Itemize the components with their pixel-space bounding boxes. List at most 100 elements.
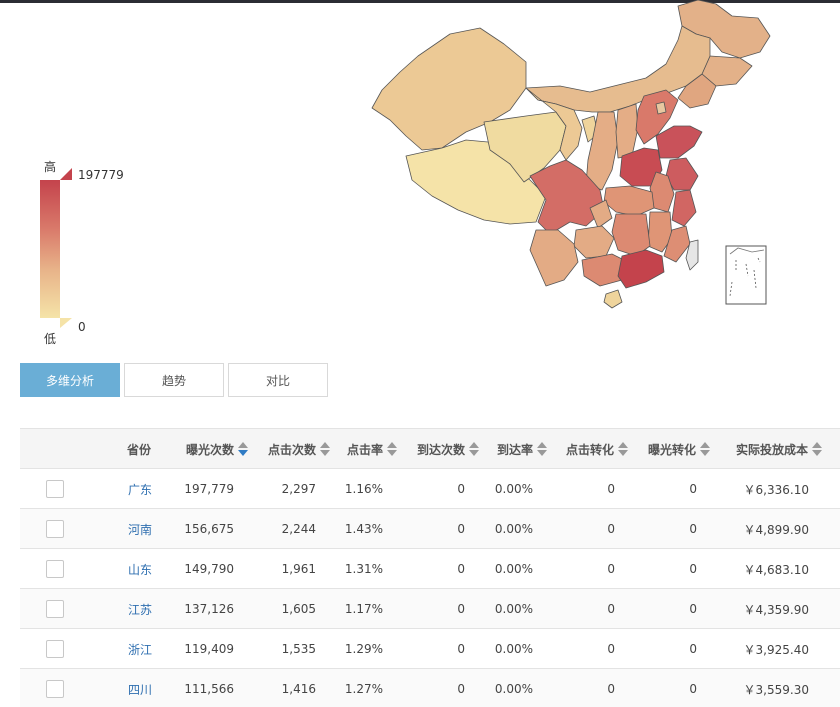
sort-icon[interactable]	[700, 442, 711, 456]
arrivals-cell: 0	[457, 522, 465, 536]
legend-min-value: 0	[78, 320, 86, 334]
legend-max-handle[interactable]	[60, 168, 72, 180]
ctr-cell: 1.43%	[344, 522, 383, 536]
row-checkbox-cell	[46, 469, 64, 509]
click-conversion-cell: 0	[607, 522, 615, 536]
impression-conversion-cell: 0	[689, 482, 697, 496]
click-conversion-cell: 0	[607, 602, 615, 616]
row-checkbox[interactable]	[46, 480, 64, 498]
sort-icon[interactable]	[469, 442, 480, 456]
header-impression-conversion[interactable]: 曝光转化	[648, 429, 711, 469]
arrival-rate-cell: 0.00%	[494, 682, 533, 696]
row-checkbox-cell	[46, 549, 64, 589]
header-arrival-rate[interactable]: 到达率	[497, 429, 548, 469]
legend-high-label: 高	[44, 160, 57, 174]
region-zhejiang[interactable]	[671, 189, 697, 227]
impressions-cell: 111,566	[184, 682, 234, 696]
impressions-cell: 149,790	[184, 562, 234, 576]
row-checkbox[interactable]	[46, 640, 64, 658]
visual-map-legend: 高 197779 0 低	[0, 150, 200, 350]
cost-cell: ￥4,899.90	[743, 522, 809, 537]
impression-conversion-cell: 0	[689, 682, 697, 696]
ctr-cell: 1.17%	[344, 602, 383, 616]
row-checkbox-cell	[46, 629, 64, 669]
ctr-cell: 1.29%	[344, 642, 383, 656]
header-clicks[interactable]: 点击次数	[268, 429, 331, 469]
impression-conversion-cell: 0	[689, 642, 697, 656]
impressions-cell: 197,779	[184, 482, 234, 496]
legend-low-label: 低	[44, 332, 57, 346]
cost-cell: ￥6,336.10	[743, 482, 809, 497]
china-choropleth-map	[371, 0, 771, 309]
province-link[interactable]: 河南	[128, 509, 152, 549]
click-conversion-cell: 0	[607, 682, 615, 696]
clicks-cell: 2,297	[281, 482, 316, 496]
header-province: 省份	[127, 442, 152, 457]
ctr-cell: 1.16%	[344, 482, 383, 496]
region-shanxi[interactable]	[615, 103, 639, 159]
row-checkbox[interactable]	[46, 520, 64, 538]
ctr-cell: 1.27%	[344, 682, 383, 696]
sort-icon[interactable]	[537, 442, 548, 456]
click-conversion-cell: 0	[607, 562, 615, 576]
sort-icon[interactable]	[812, 442, 823, 456]
row-checkbox[interactable]	[46, 680, 64, 698]
south-china-sea-inset	[725, 245, 767, 305]
row-checkbox[interactable]	[46, 600, 64, 618]
region-guizhou[interactable]	[573, 225, 615, 259]
impressions-cell: 156,675	[184, 522, 234, 536]
province-link[interactable]: 广东	[128, 469, 152, 509]
legend-gradient-bar[interactable]	[40, 180, 60, 318]
region-hunan[interactable]	[611, 213, 651, 257]
province-data-table: 省份 曝光次数 点击次数 点击率 到达次数 到达率 点击转化 曝光转化 实际投放…	[20, 428, 840, 707]
table-row: 江苏 137,126 1,605 1.17% 0 0.00% 0 0 ￥4,35…	[20, 589, 840, 629]
region-guangdong[interactable]	[617, 249, 665, 289]
header-ctr[interactable]: 点击率	[347, 429, 398, 469]
sort-icon[interactable]	[320, 442, 331, 456]
header-arrivals[interactable]: 到达次数	[417, 429, 480, 469]
arrival-rate-cell: 0.00%	[494, 522, 533, 536]
arrivals-cell: 0	[457, 642, 465, 656]
arrivals-cell: 0	[457, 562, 465, 576]
table-header: 省份 曝光次数 点击次数 点击率 到达次数 到达率 点击转化 曝光转化 实际投放…	[20, 429, 840, 469]
legend-max-value: 197779	[78, 168, 124, 182]
row-checkbox[interactable]	[46, 560, 64, 578]
arrival-rate-cell: 0.00%	[494, 602, 533, 616]
cost-cell: ￥4,359.90	[743, 602, 809, 617]
sort-icon[interactable]	[618, 442, 629, 456]
row-checkbox-cell	[46, 589, 64, 629]
table-row: 浙江 119,409 1,535 1.29% 0 0.00% 0 0 ￥3,92…	[20, 629, 840, 669]
clicks-cell: 1,535	[281, 642, 316, 656]
province-link[interactable]: 山东	[128, 549, 152, 589]
province-link[interactable]: 浙江	[128, 629, 152, 669]
impression-conversion-cell: 0	[689, 562, 697, 576]
region-beijing[interactable]	[655, 101, 667, 115]
table-row: 广东 197,779 2,297 1.16% 0 0.00% 0 0 ￥6,33…	[20, 469, 840, 509]
table-body: 广东 197,779 2,297 1.16% 0 0.00% 0 0 ￥6,33…	[20, 469, 840, 707]
province-link[interactable]: 四川	[128, 669, 152, 707]
region-hainan[interactable]	[603, 289, 623, 309]
clicks-cell: 2,244	[281, 522, 316, 536]
region-yunnan[interactable]	[529, 229, 579, 287]
tab-multidimensional-analysis[interactable]: 多维分析	[20, 363, 120, 397]
region-hubei[interactable]	[603, 185, 655, 217]
region-shandong[interactable]	[655, 125, 703, 159]
arrival-rate-cell: 0.00%	[494, 482, 533, 496]
arrival-rate-cell: 0.00%	[494, 562, 533, 576]
arrivals-cell: 0	[457, 682, 465, 696]
legend-min-handle[interactable]	[60, 318, 72, 328]
tab-compare[interactable]: 对比	[228, 363, 328, 397]
header-actual-cost[interactable]: 实际投放成本	[736, 429, 823, 469]
cost-cell: ￥4,683.10	[743, 562, 809, 577]
header-impressions[interactable]: 曝光次数	[186, 429, 249, 469]
tab-trend[interactable]: 趋势	[124, 363, 224, 397]
sort-icon[interactable]	[238, 442, 249, 456]
row-checkbox-cell	[46, 509, 64, 549]
sort-icon[interactable]	[387, 442, 398, 456]
clicks-cell: 1,605	[281, 602, 316, 616]
ctr-cell: 1.31%	[344, 562, 383, 576]
cost-cell: ￥3,925.40	[743, 642, 809, 657]
header-click-conversion[interactable]: 点击转化	[566, 429, 629, 469]
province-link[interactable]: 江苏	[128, 589, 152, 629]
cost-cell: ￥3,559.30	[743, 682, 809, 697]
